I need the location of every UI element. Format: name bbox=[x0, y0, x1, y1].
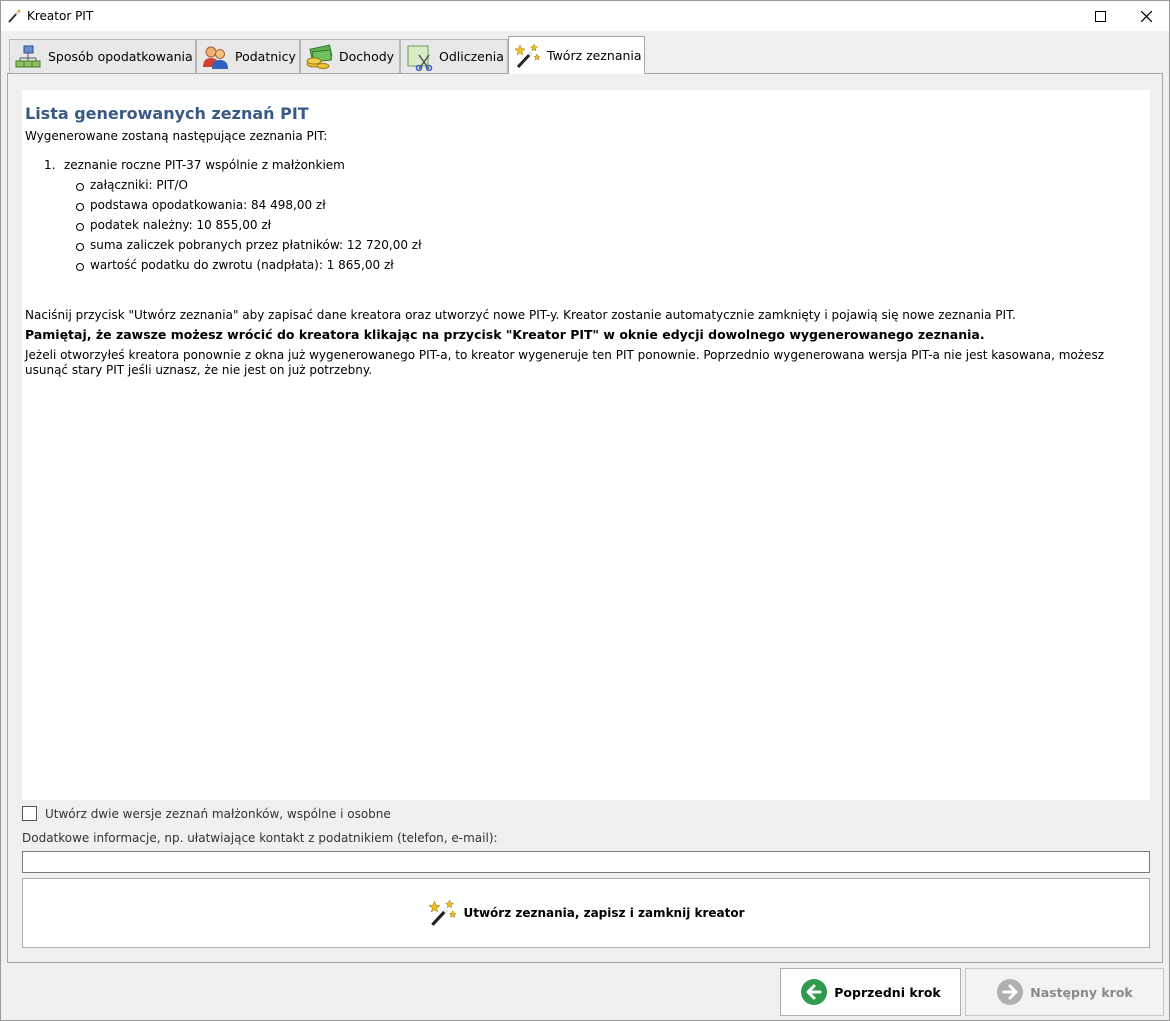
kreator-pit-window: Kreator PIT Sposób opodatkowania Podatni… bbox=[0, 0, 1170, 1021]
close-icon bbox=[1140, 10, 1152, 22]
create-returns-button[interactable]: Utwórz zeznania, zapisz i zamknij kreato… bbox=[22, 878, 1150, 948]
list-number: 1. bbox=[44, 158, 56, 172]
tab-tworz-zeznania[interactable]: Twórz zeznania bbox=[508, 36, 645, 74]
additional-info-label: Dodatkowe informacje, np. ułatwiające ko… bbox=[22, 831, 498, 845]
money-icon bbox=[306, 43, 333, 69]
window-title: Kreator PIT bbox=[27, 9, 94, 23]
detail-item: wartość podatku do zwrotu (nadpłata): 1 … bbox=[76, 258, 394, 272]
people-icon bbox=[203, 46, 228, 69]
close-button[interactable] bbox=[1123, 1, 1169, 31]
create-button-label: Utwórz zeznania, zapisz i zamknij kreato… bbox=[463, 906, 745, 920]
detail-item: podstawa opodatkowania: 84 498,00 zł bbox=[76, 198, 326, 212]
tab-label: Odliczenia bbox=[439, 49, 504, 64]
arrow-left-icon bbox=[801, 979, 828, 1005]
magic-wand-icon bbox=[514, 42, 541, 68]
previous-step-button[interactable]: Poprzedni krok bbox=[780, 968, 961, 1016]
tab-label: Twórz zeznania bbox=[547, 48, 642, 63]
arrow-right-icon bbox=[997, 979, 1024, 1005]
title-bar: Kreator PIT bbox=[1, 1, 1169, 31]
magic-wand-icon bbox=[428, 899, 457, 926]
tab-dochody[interactable]: Dochody bbox=[300, 39, 400, 73]
additional-info-input[interactable] bbox=[22, 851, 1150, 873]
summary-content: Lista generowanych zeznań PIT Wygenerowa… bbox=[22, 90, 1150, 800]
maximize-button[interactable] bbox=[1077, 1, 1123, 31]
tab-label: Dochody bbox=[339, 49, 395, 64]
spouse-versions-checkbox[interactable] bbox=[22, 806, 37, 821]
network-icon bbox=[15, 45, 41, 67]
previous-step-label: Poprzedni krok bbox=[834, 984, 941, 1000]
tab-label: Sposób opodatkowania bbox=[48, 49, 193, 64]
detail-item: załączniki: PIT/O bbox=[76, 178, 188, 192]
list-text: zeznanie roczne PIT-37 wspólnie z małżon… bbox=[64, 158, 345, 172]
list-item: 1. zeznanie roczne PIT-37 wspólnie z małż… bbox=[44, 158, 345, 172]
spouse-versions-option[interactable]: Utwórz dwie wersje zeznań małżonków, wsp… bbox=[22, 806, 391, 821]
next-step-label: Następny krok bbox=[1030, 984, 1133, 1000]
checkbox-label: Utwórz dwie wersje zeznań małżonków, wsp… bbox=[45, 806, 391, 821]
tab-odliczenia[interactable]: Odliczenia bbox=[400, 39, 508, 73]
detail-item: suma zaliczek pobranych przez płatników:… bbox=[76, 238, 422, 252]
summary-intro: Wygenerowane zostaną następujące zeznani… bbox=[25, 129, 328, 143]
magic-wand-icon bbox=[8, 9, 21, 23]
tab-sposob-opodatkowania[interactable]: Sposób opodatkowania bbox=[9, 39, 196, 73]
detail-item: podatek należny: 10 855,00 zł bbox=[75, 218, 272, 232]
instruction-text: Naciśnij przycisk "Utwórz zeznania" aby … bbox=[25, 308, 1016, 322]
maximize-icon bbox=[1094, 10, 1106, 22]
next-step-button[interactable]: Następny krok bbox=[965, 968, 1164, 1016]
tab-label: Podatnicy bbox=[235, 49, 296, 64]
scissors-icon bbox=[407, 45, 433, 71]
regenerate-note: Jeżeli otworzyłeś kreatora ponownie z ok… bbox=[25, 348, 1104, 377]
reminder-text: Pamiętaj, że zawsze możesz wrócić do kre… bbox=[25, 327, 985, 342]
summary-title: Lista generowanych zeznań PIT bbox=[25, 104, 309, 123]
tab-podatnicy[interactable]: Podatnicy bbox=[196, 39, 300, 73]
